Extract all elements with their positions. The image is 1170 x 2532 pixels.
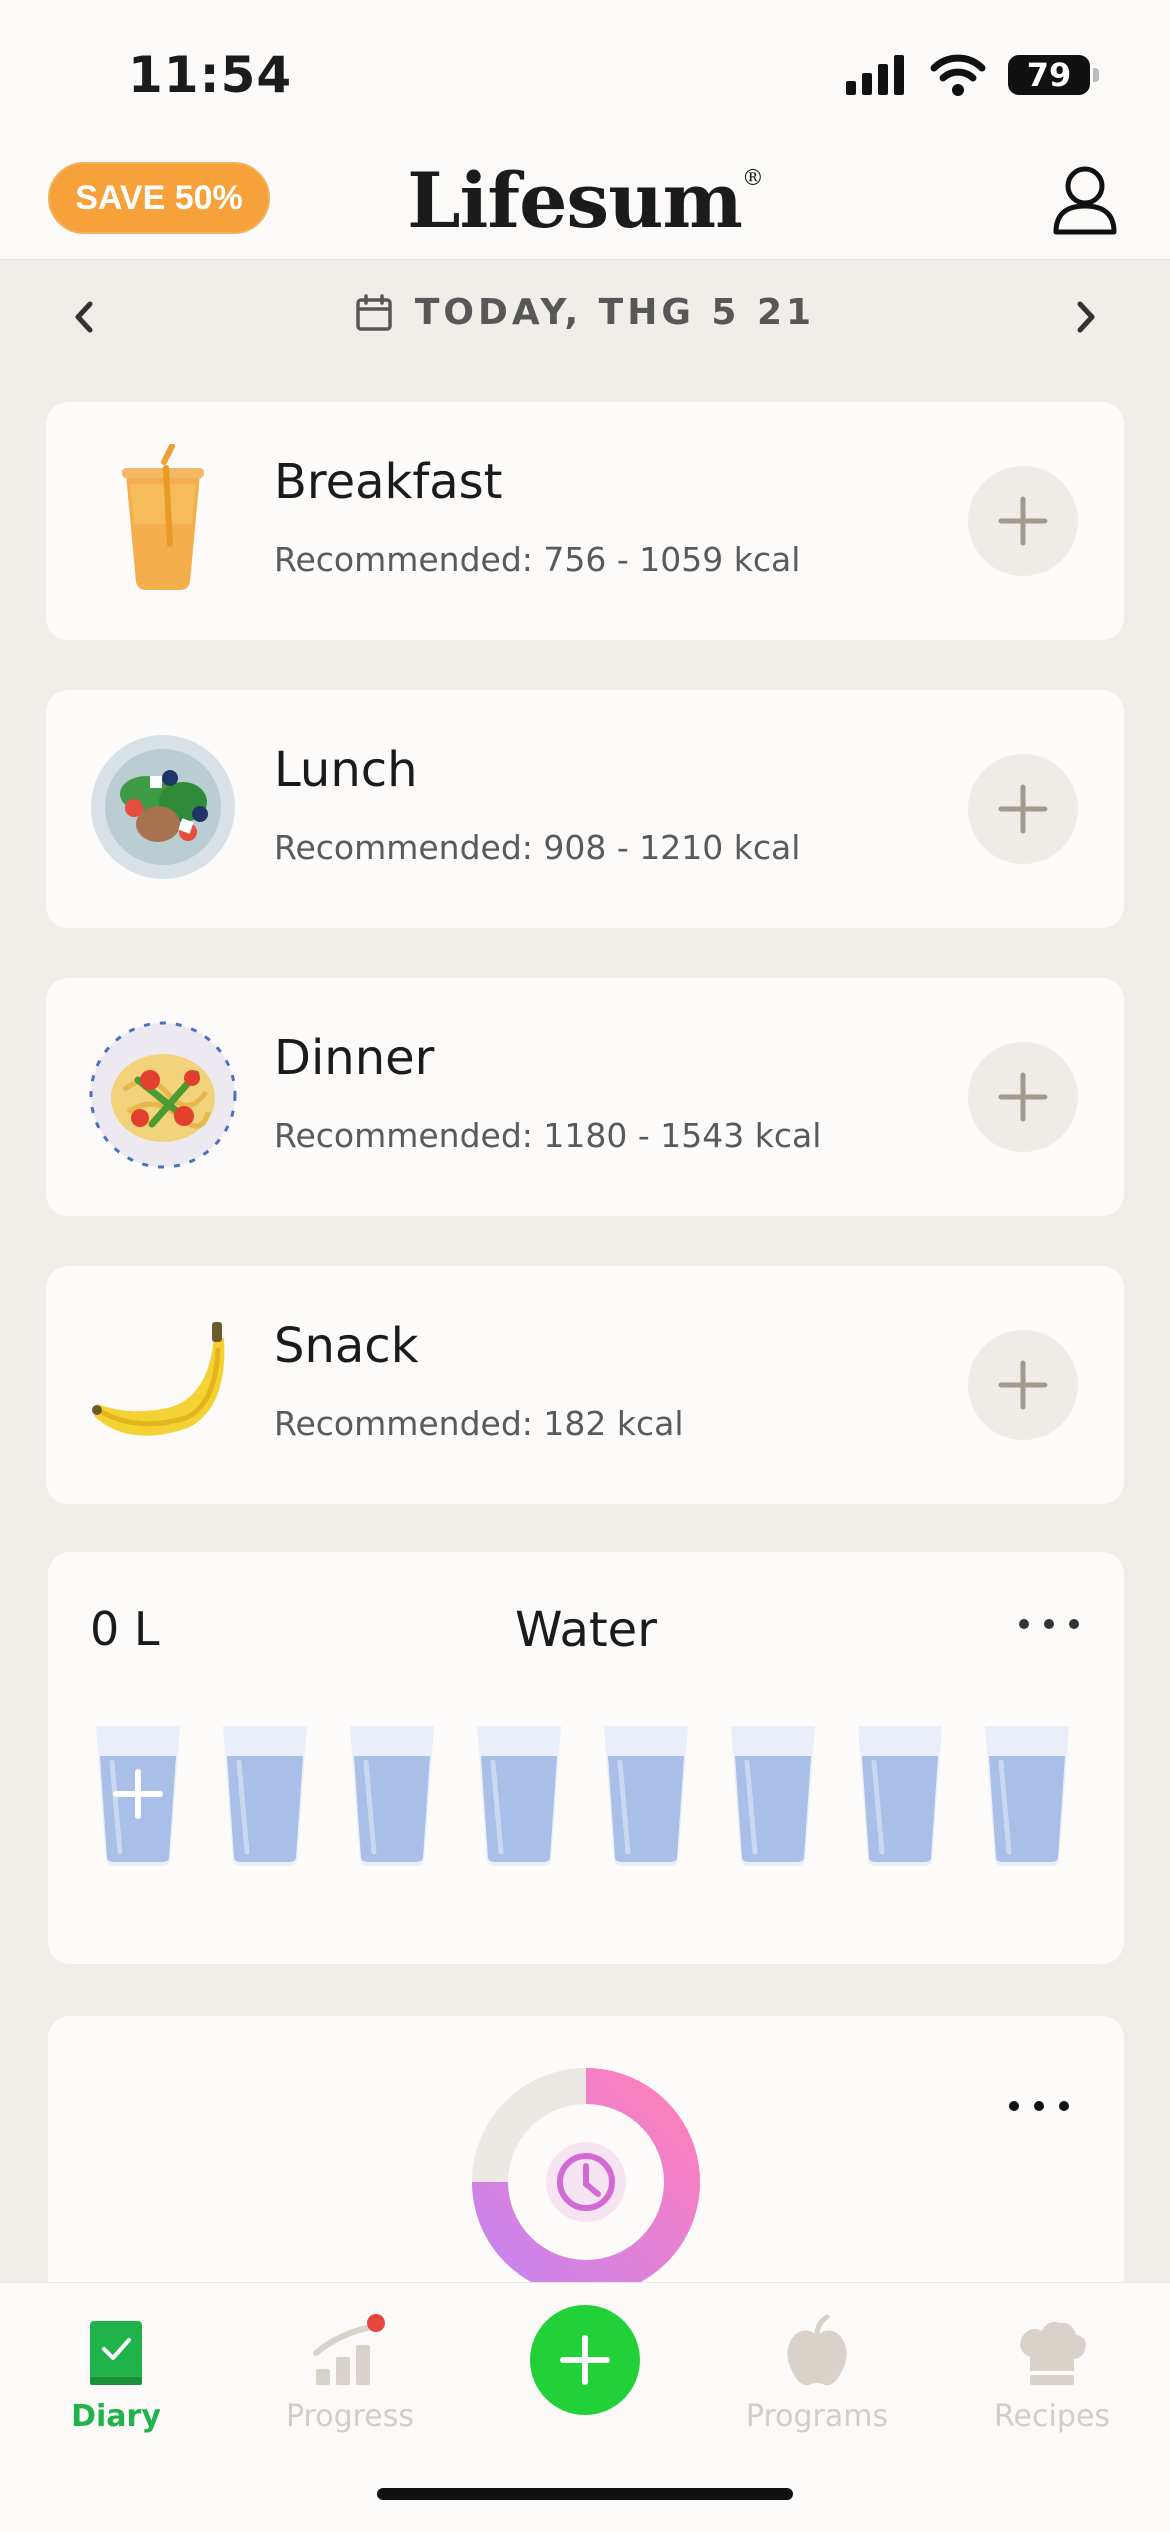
meal-card-breakfast[interactable]: Breakfast Recommended: 756 - 1059 kcal xyxy=(46,402,1124,640)
diary-icon xyxy=(90,2321,142,2385)
water-glasses xyxy=(92,1722,1092,1872)
meal-title: Snack xyxy=(274,1318,419,1374)
water-tracker-card: 0 L Water xyxy=(48,1552,1124,1964)
meal-title: Lunch xyxy=(274,742,418,798)
meal-recommended: Recommended: 182 kcal xyxy=(274,1404,684,1443)
battery-icon: 79 xyxy=(1008,55,1099,95)
banana-icon xyxy=(92,1322,225,1436)
wifi-icon xyxy=(930,54,986,96)
water-glass-icon[interactable] xyxy=(473,1722,565,1868)
water-glass-icon[interactable] xyxy=(727,1722,819,1868)
meal-recommended: Recommended: 908 - 1210 kcal xyxy=(274,828,801,867)
meal-recommended: Recommended: 1180 - 1543 kcal xyxy=(274,1116,822,1155)
app-header: SAVE 50% Lifesum® xyxy=(0,150,1170,260)
meal-card-lunch[interactable]: Lunch Recommended: 908 - 1210 kcal xyxy=(46,690,1124,928)
add-snack-button[interactable] xyxy=(968,1330,1078,1440)
calendar-icon xyxy=(356,293,392,331)
meal-card-snack[interactable]: Snack Recommended: 182 kcal xyxy=(46,1266,1124,1504)
tab-label: Recipes xyxy=(994,2399,1110,2434)
status-bar: 11:54 79 xyxy=(0,0,1170,150)
add-dinner-button[interactable] xyxy=(968,1042,1078,1152)
tab-recipes[interactable]: Recipes xyxy=(952,2303,1152,2453)
meal-title: Breakfast xyxy=(274,454,503,510)
water-glass-icon[interactable] xyxy=(600,1722,692,1868)
fasting-progress-ring[interactable] xyxy=(468,2064,704,2300)
date-navigator: TODAY, THG 5 21 xyxy=(0,262,1170,372)
logo-text: Lifesum xyxy=(407,156,743,245)
meal-recommended: Recommended: 756 - 1059 kcal xyxy=(274,540,801,579)
add-breakfast-button[interactable] xyxy=(968,466,1078,576)
water-glass-icon[interactable] xyxy=(854,1722,946,1868)
water-glass-icon[interactable] xyxy=(981,1722,1073,1868)
plus-icon xyxy=(560,2335,610,2385)
plus-icon xyxy=(998,784,1048,834)
more-options-icon[interactable] xyxy=(1004,2096,1074,2116)
more-options-icon[interactable] xyxy=(1014,1614,1084,1634)
water-glass-icon[interactable] xyxy=(219,1722,311,1868)
progress-icon xyxy=(313,2314,385,2385)
meal-title: Dinner xyxy=(274,1030,435,1086)
next-day-icon[interactable] xyxy=(1060,292,1110,342)
tab-label: Programs xyxy=(745,2399,889,2434)
registered-mark: ® xyxy=(741,166,764,191)
add-lunch-button[interactable] xyxy=(968,754,1078,864)
profile-icon[interactable] xyxy=(1050,160,1120,240)
tab-progress[interactable]: Progress xyxy=(250,2303,450,2453)
water-glass-icon[interactable] xyxy=(346,1722,438,1868)
tab-label: Diary xyxy=(71,2399,161,2434)
quick-add-button[interactable] xyxy=(530,2305,640,2415)
fasting-tracker-card xyxy=(48,2016,1124,2316)
plus-icon xyxy=(998,1072,1048,1122)
orange-juice-icon xyxy=(122,444,204,590)
status-time: 11:54 xyxy=(128,46,293,104)
pasta-plate-icon xyxy=(89,1021,237,1169)
tab-diary[interactable]: Diary xyxy=(16,2303,216,2453)
apple-icon xyxy=(787,2314,847,2386)
home-indicator xyxy=(377,2488,793,2500)
date-display[interactable]: TODAY, THG 5 21 xyxy=(0,292,1170,333)
app-logo: Lifesum® xyxy=(0,156,1170,245)
chef-hat-icon xyxy=(1020,2322,1086,2385)
plus-icon xyxy=(998,496,1048,546)
water-title: Water xyxy=(515,1602,657,1658)
plus-icon xyxy=(998,1360,1048,1410)
tab-programs[interactable]: Programs xyxy=(717,2303,917,2453)
date-label: TODAY, THG 5 21 xyxy=(414,292,816,333)
tab-label: Progress xyxy=(285,2399,415,2434)
add-water-glass[interactable] xyxy=(92,1722,184,1868)
salad-plate-icon xyxy=(91,735,235,879)
signal-icon xyxy=(846,55,904,95)
meal-card-dinner[interactable]: Dinner Recommended: 1180 - 1543 kcal xyxy=(46,978,1124,1216)
status-icons: 79 xyxy=(846,54,1099,96)
